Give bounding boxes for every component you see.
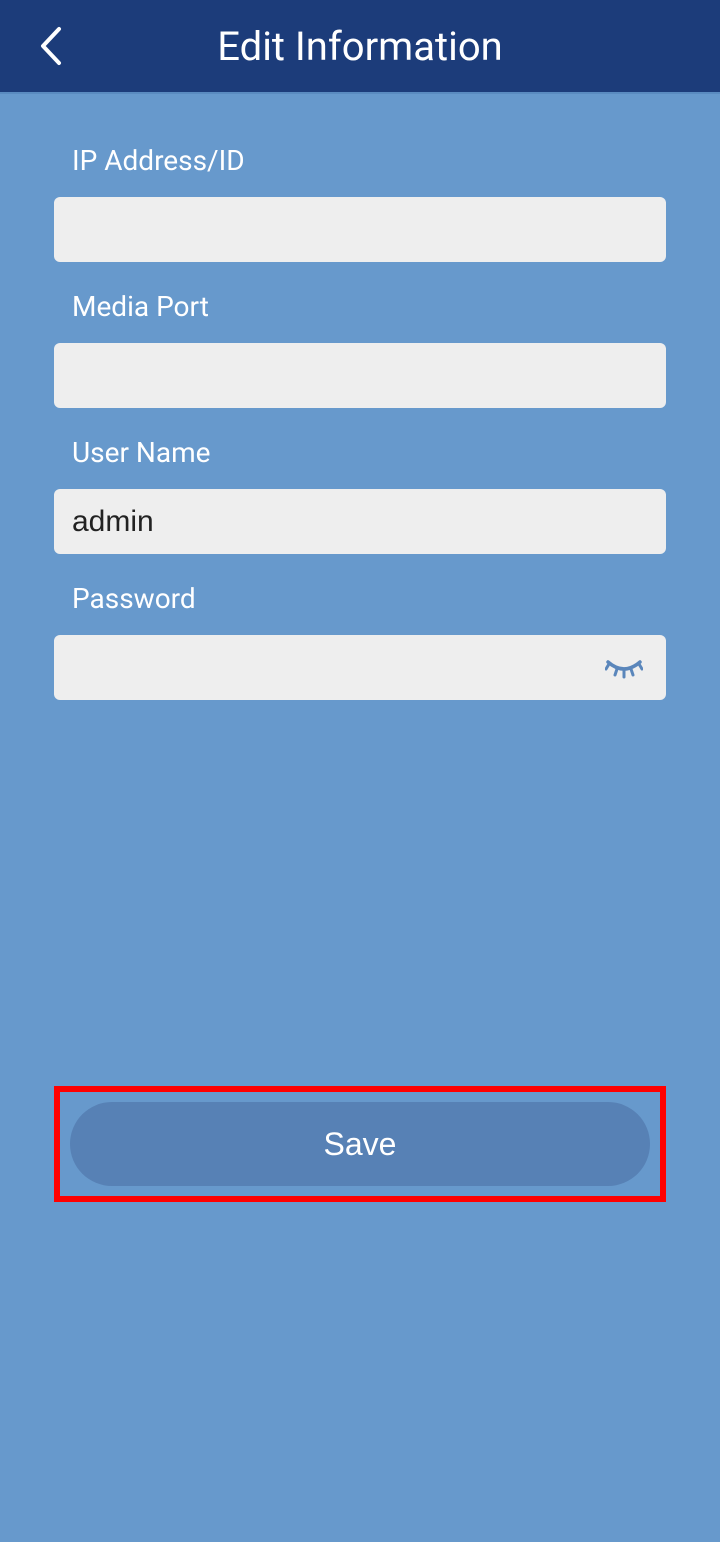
eye-closed-icon <box>605 656 643 680</box>
form-container: IP Address/ID Media Port User Name Passw… <box>0 94 720 700</box>
media-port-group: Media Port <box>54 290 666 408</box>
ip-address-input[interactable] <box>54 197 666 262</box>
save-highlight-box: Save <box>54 1086 666 1202</box>
password-group: Password <box>54 582 666 700</box>
save-button[interactable]: Save <box>70 1102 650 1186</box>
password-input[interactable] <box>54 635 666 700</box>
ip-address-group: IP Address/ID <box>54 144 666 262</box>
back-button[interactable] <box>30 26 70 66</box>
username-group: User Name <box>54 436 666 554</box>
username-label: User Name <box>54 436 666 469</box>
page-title: Edit Information <box>0 23 720 70</box>
chevron-left-icon <box>37 25 63 67</box>
save-section: Save <box>54 1086 666 1202</box>
ip-address-label: IP Address/ID <box>54 144 666 177</box>
password-label: Password <box>54 582 666 615</box>
username-input[interactable] <box>54 489 666 554</box>
password-visibility-toggle[interactable] <box>604 653 644 683</box>
header: Edit Information <box>0 0 720 94</box>
media-port-label: Media Port <box>54 290 666 323</box>
password-wrapper <box>54 635 666 700</box>
media-port-input[interactable] <box>54 343 666 408</box>
